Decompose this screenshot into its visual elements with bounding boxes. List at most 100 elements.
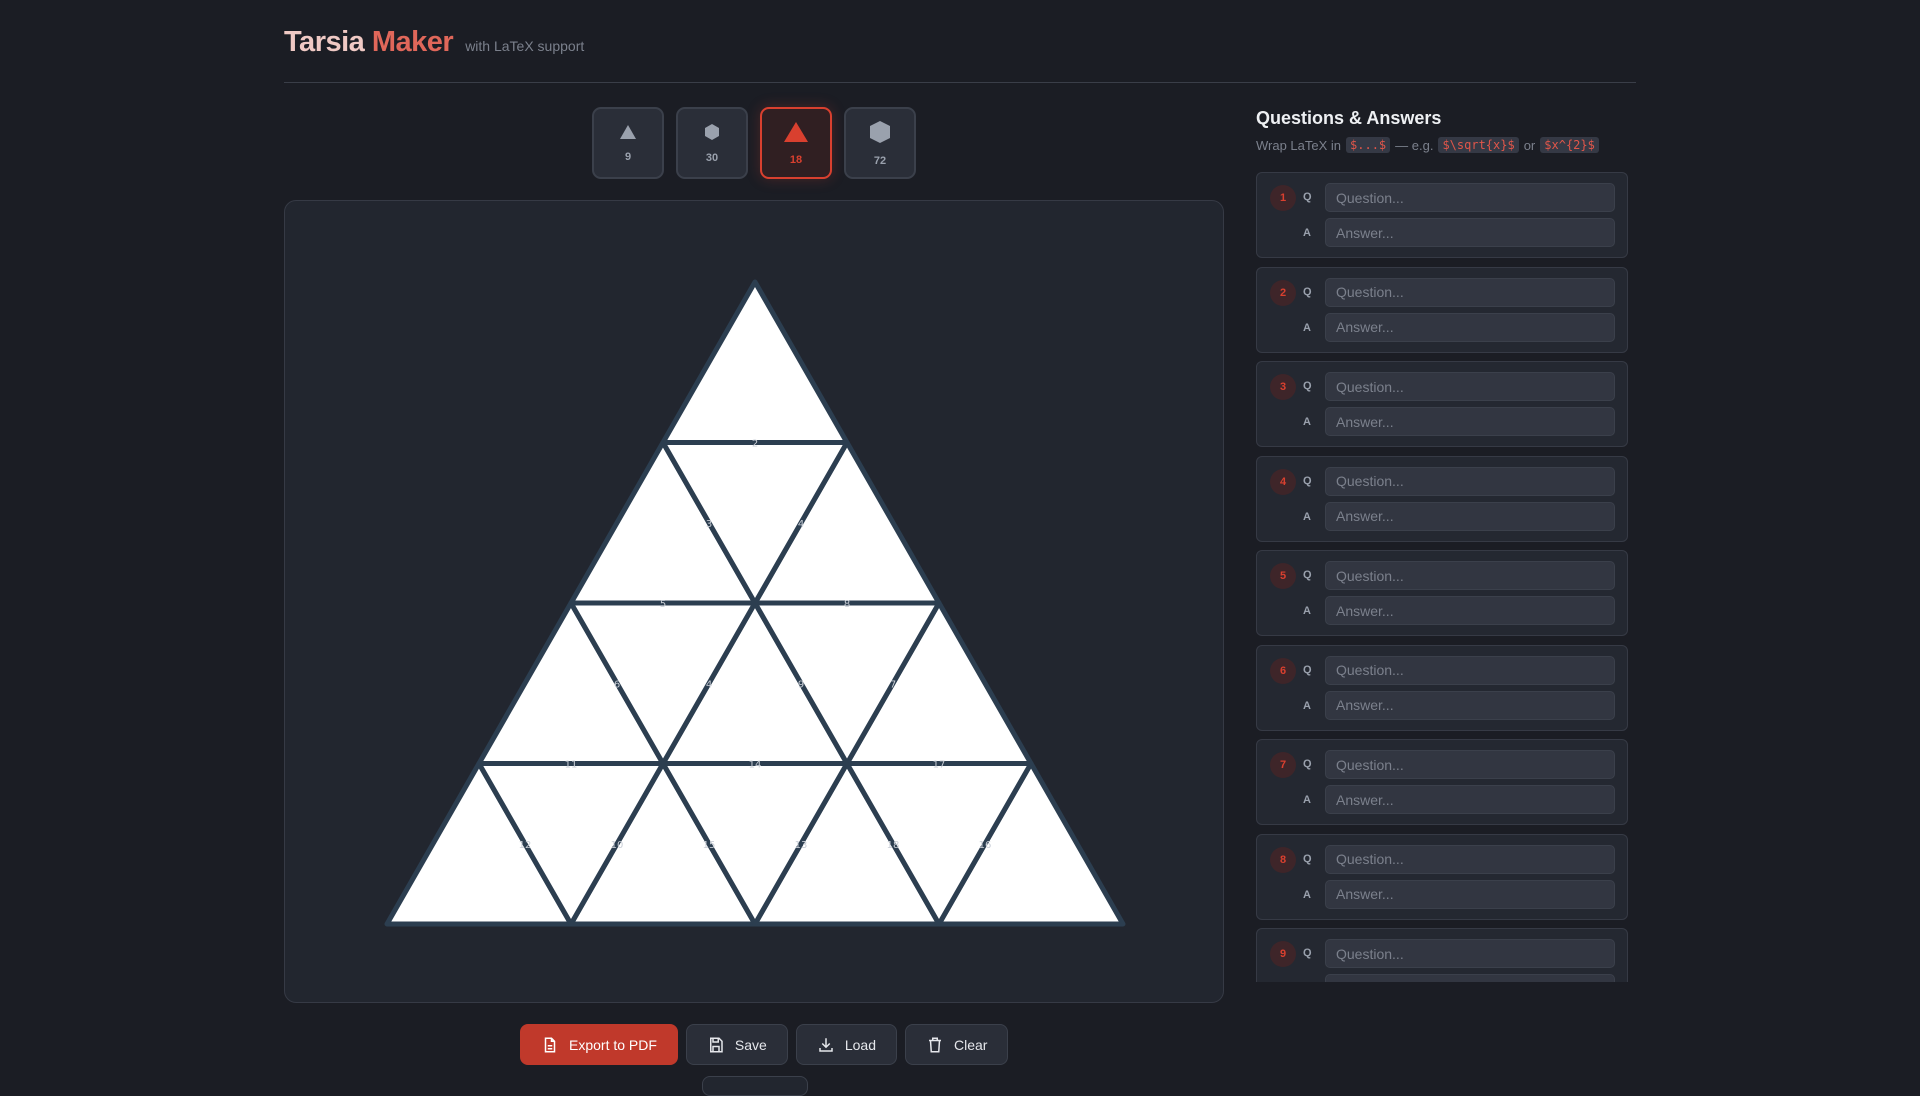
- edge-label: 7: [890, 679, 896, 690]
- a-label: A: [1303, 699, 1311, 712]
- answer-placeholder: Answer...: [1336, 791, 1394, 808]
- edge-label: 12: [519, 840, 532, 851]
- edge-label: 5: [660, 599, 666, 610]
- a-label: A: [1303, 888, 1311, 901]
- answer-input[interactable]: Answer...: [1325, 974, 1615, 982]
- edge-label: 3: [706, 519, 712, 530]
- question-number-badge: 4: [1270, 468, 1296, 495]
- shape-option-9[interactable]: 9: [592, 107, 664, 179]
- q-label: Q: [1303, 852, 1312, 865]
- shape-option-30[interactable]: 30: [676, 107, 748, 179]
- question-input[interactable]: Question...: [1325, 655, 1615, 685]
- edge-label: 14: [749, 760, 762, 771]
- load-button[interactable]: Load: [795, 1024, 897, 1065]
- question-input[interactable]: Question...: [1325, 844, 1615, 874]
- trash-icon: [929, 1037, 941, 1052]
- partial-button[interactable]: [702, 1076, 808, 1096]
- answer-placeholder: Answer...: [1336, 413, 1394, 430]
- question-number-badge: 9: [1270, 941, 1296, 967]
- save-icon: [709, 1037, 723, 1052]
- answer-input[interactable]: Answer...: [1325, 596, 1615, 625]
- question-placeholder: Question...: [1336, 567, 1404, 584]
- qa-card: 7 Q Question... A Answer...: [1256, 739, 1628, 825]
- q-label: Q: [1303, 569, 1312, 581]
- edge-label: 18: [887, 840, 900, 851]
- edge-label: 4: [706, 679, 712, 690]
- edge-label: 4: [798, 519, 804, 530]
- answer-input[interactable]: Answer...: [1325, 879, 1615, 909]
- shape-option-72[interactable]: 72: [844, 107, 916, 179]
- answer-input[interactable]: Answer...: [1325, 218, 1615, 247]
- edge-label: 6: [614, 679, 620, 690]
- answer-placeholder: Answer...: [1336, 981, 1394, 983]
- question-number-badge: 5: [1270, 563, 1296, 589]
- shape-count: 9: [624, 150, 632, 163]
- answer-placeholder: Answer...: [1336, 319, 1394, 335]
- qa-card: 3 Q Question... A Answer...: [1256, 361, 1628, 447]
- save-button[interactable]: Save: [685, 1024, 788, 1065]
- answer-input[interactable]: Answer...: [1325, 312, 1615, 342]
- qa-card: 8 Q Question... A Answer...: [1256, 833, 1628, 920]
- edge-label: 8: [844, 599, 850, 610]
- question-input[interactable]: Question...: [1325, 372, 1615, 401]
- q-label: Q: [1303, 663, 1312, 676]
- file-icon: [544, 1037, 556, 1052]
- question-input[interactable]: Question...: [1325, 561, 1615, 590]
- qa-card: 4 Q Question... A Answer...: [1256, 455, 1628, 542]
- answer-input[interactable]: Answer...: [1325, 785, 1615, 814]
- q-label: Q: [1303, 380, 1312, 392]
- qa-card: 9QQuestion...AAnswer...: [1256, 928, 1628, 982]
- shape-count: 30: [705, 151, 719, 164]
- question-number-badge: 8: [1270, 846, 1296, 873]
- qa-list[interactable]: 1 Q Question... A Answer... 2 Q Question... A Ans…: [1256, 172, 1628, 982]
- answer-input[interactable]: Answer...: [1325, 501, 1615, 531]
- q-label: Q: [1303, 285, 1312, 298]
- question-number-badge: 7: [1270, 752, 1296, 778]
- app-header: Tarsia Maker with LaTeX support: [284, 26, 584, 59]
- puzzle-canvas: 2 5 8 11 14 17 3 4 6 4 9 7 12 10 15 13 18 16: [284, 200, 1224, 1003]
- tile-up[interactable]: [660, 279, 850, 445]
- export-pdf-button[interactable]: Export to PDF: [520, 1024, 678, 1065]
- a-label: A: [1303, 794, 1311, 806]
- answer-input[interactable]: Answer...: [1325, 690, 1615, 720]
- answer-placeholder: Answer...: [1336, 602, 1394, 619]
- question-input[interactable]: Question...: [1325, 939, 1615, 968]
- question-input[interactable]: Question...: [1325, 183, 1615, 212]
- question-placeholder: Question...: [1336, 851, 1404, 867]
- a-label: A: [1303, 510, 1311, 523]
- qa-card: 5 Q Question... A Answer...: [1256, 550, 1628, 636]
- latex-hint: Wrap LaTeX in $...$ — e.g. $\sqrt{x}$ or $x…: [1256, 137, 1628, 153]
- shape-selector: 9 30 18 72: [592, 107, 916, 179]
- q-label: Q: [1303, 191, 1312, 203]
- question-number-badge: 3: [1270, 374, 1296, 400]
- q-label: Q: [1303, 947, 1312, 959]
- question-input[interactable]: Question...: [1325, 466, 1615, 496]
- clear-button[interactable]: Clear: [905, 1024, 1009, 1065]
- question-input[interactable]: Question...: [1325, 277, 1615, 307]
- edge-label: 16: [979, 840, 992, 851]
- qa-card: 1 Q Question... A Answer...: [1256, 172, 1628, 258]
- edge-label: 11: [565, 760, 578, 771]
- question-input[interactable]: Question...: [1325, 750, 1615, 779]
- edge-label: 10: [611, 840, 624, 851]
- q-label: Q: [1303, 758, 1312, 770]
- question-placeholder: Question...: [1336, 473, 1404, 489]
- small-triangle-icon: [619, 124, 637, 145]
- question-number-badge: 6: [1270, 657, 1296, 684]
- question-number-badge: 1: [1270, 185, 1296, 211]
- app-title: Tarsia Maker: [284, 26, 454, 58]
- qa-panel-header: Questions & Answers Wrap LaTeX in $...$ —…: [1256, 108, 1628, 153]
- large-triangle-icon: [783, 121, 809, 148]
- edge-label: 9: [798, 679, 804, 690]
- app-subtitle: with LaTeX support: [465, 38, 585, 54]
- download-icon: [819, 1037, 833, 1052]
- shape-option-18[interactable]: 18: [760, 107, 832, 179]
- edge-label: 13: [795, 840, 808, 851]
- action-bar: Export to PDF Save Load Clear: [520, 1024, 1009, 1065]
- edge-label: 17: [933, 760, 946, 771]
- answer-input[interactable]: Answer...: [1325, 407, 1615, 436]
- shape-count: 72: [873, 154, 887, 167]
- q-label: Q: [1303, 474, 1312, 487]
- panel-title: Questions & Answers: [1256, 108, 1442, 128]
- small-hexagon-icon: [704, 123, 720, 146]
